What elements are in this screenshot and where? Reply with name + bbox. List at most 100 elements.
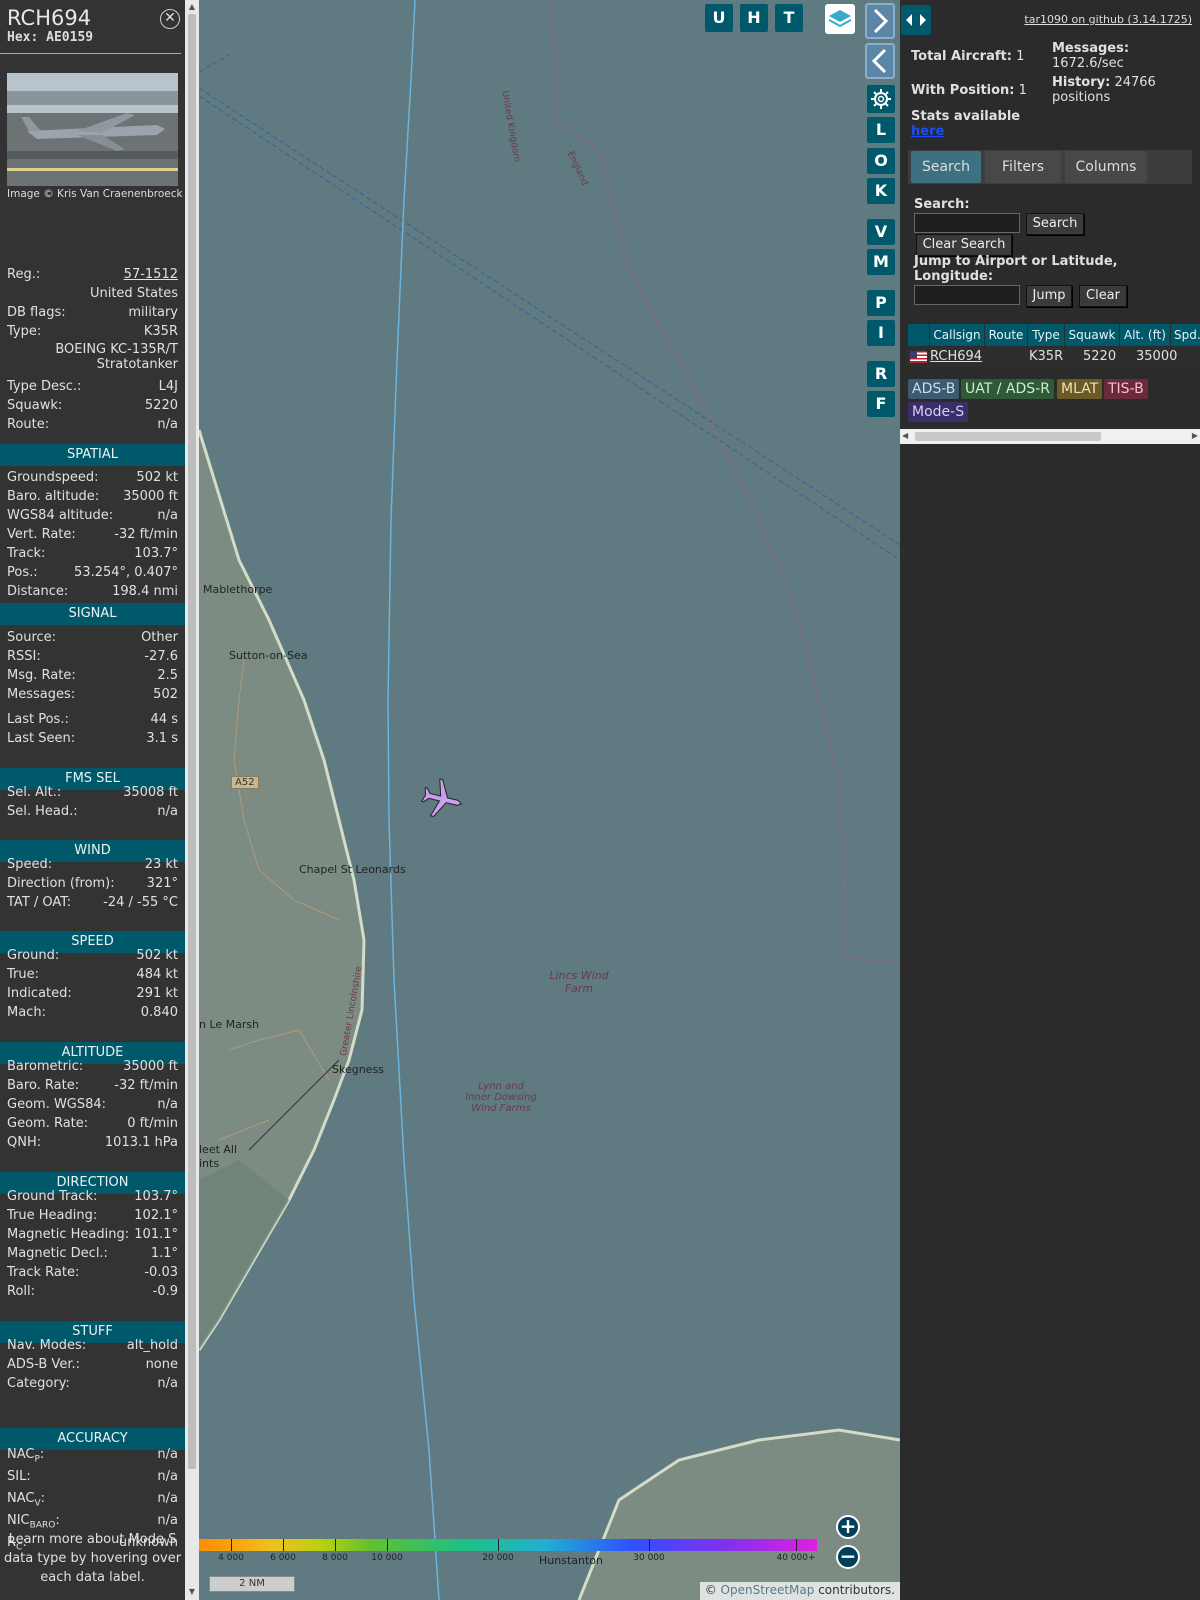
badge-adsb[interactable]: ADS-B bbox=[908, 379, 960, 399]
map-canvas[interactable] bbox=[199, 0, 900, 1600]
altitude-tick bbox=[498, 1539, 499, 1551]
detail-label: True Heading: bbox=[7, 1208, 98, 1223]
row-type: K35R bbox=[1029, 349, 1064, 364]
horizontal-scrollbar-thumb[interactable] bbox=[915, 432, 1101, 441]
map-button-l[interactable]: L bbox=[867, 117, 895, 143]
detail-label-text: NAC bbox=[7, 1491, 35, 1506]
detail-value: 35000 ft bbox=[123, 489, 178, 504]
wind-farm-line: Lincs Wind bbox=[549, 969, 609, 982]
github-link[interactable]: tar1090 on github (3.14.1725) bbox=[1024, 13, 1192, 26]
detail-value: Stratotanker bbox=[96, 357, 178, 372]
scroll-down-icon[interactable]: ▼ bbox=[187, 1587, 197, 1596]
map-button-f[interactable]: F bbox=[867, 391, 895, 417]
detail-value: n/a bbox=[157, 1491, 178, 1506]
detail-value: -0.03 bbox=[144, 1265, 178, 1280]
messages-stat: Messages: 1672.6/sec bbox=[1052, 41, 1129, 71]
detail-value: 2.5 bbox=[157, 668, 178, 683]
altitude-tick-label: 10 000 bbox=[371, 1553, 403, 1563]
detail-row: WGS84 altitude: n/a bbox=[0, 508, 185, 527]
map-button-k[interactable]: K bbox=[867, 178, 895, 204]
badge-tisb[interactable]: TIS-B bbox=[1104, 379, 1148, 399]
detail-row: Ground Track: 103.7° bbox=[0, 1189, 185, 1208]
detail-row: QNH: 1013.1 hPa bbox=[0, 1135, 185, 1154]
sidebar-scrollbar[interactable]: ▲ ▼ bbox=[185, 0, 199, 1600]
aircraft-photo[interactable] bbox=[7, 73, 178, 186]
column-header-flag[interactable] bbox=[908, 324, 929, 346]
history-label: History: bbox=[1052, 75, 1111, 90]
map-button-v[interactable]: V bbox=[867, 219, 895, 245]
zoom-out-icon[interactable]: − bbox=[836, 1545, 860, 1569]
row-callsign[interactable]: RCH694 bbox=[930, 349, 982, 364]
attribution-link[interactable]: OpenStreetMap bbox=[721, 1583, 815, 1597]
clear-search-button[interactable]: Clear Search bbox=[916, 234, 1012, 256]
map-button-p[interactable]: P bbox=[867, 290, 895, 316]
map-button-u[interactable]: U bbox=[705, 4, 733, 32]
collapse-left-icon[interactable] bbox=[865, 43, 895, 79]
search-button[interactable]: Search bbox=[1026, 213, 1084, 235]
altitude-tick-label: 6 000 bbox=[270, 1553, 296, 1563]
jump-button[interactable]: Jump bbox=[1026, 285, 1072, 307]
detail-row: Reg.: 57-1512 bbox=[0, 267, 185, 286]
column-header-type[interactable]: Type bbox=[1028, 324, 1064, 346]
jump-input[interactable] bbox=[914, 285, 1020, 305]
close-icon[interactable]: ✕ bbox=[160, 9, 180, 29]
badge-uat[interactable]: UAT / ADS-R bbox=[961, 379, 1054, 399]
detail-row: Baro. altitude: 35000 ft bbox=[0, 489, 185, 508]
tab-search[interactable]: Search bbox=[911, 151, 981, 183]
detail-row: Messages: 502 bbox=[0, 687, 185, 706]
aircraft-icon[interactable] bbox=[420, 777, 464, 821]
column-header-callsign[interactable]: Callsign bbox=[930, 324, 984, 346]
place-label-ints: ints bbox=[199, 1157, 220, 1170]
detail-label: Category: bbox=[7, 1376, 70, 1391]
detail-value: -32 ft/min bbox=[114, 527, 178, 542]
table-horizontal-scrollbar[interactable]: ◀ ▶ bbox=[900, 429, 1200, 444]
scale-bar-label: 2 NM bbox=[239, 1578, 265, 1589]
map-button-o[interactable]: O bbox=[867, 148, 895, 174]
detail-value: 35000 ft bbox=[123, 1059, 178, 1074]
scroll-up-icon[interactable]: ▲ bbox=[187, 2, 197, 11]
detail-label: Last Pos.: bbox=[7, 712, 69, 727]
table-row[interactable]: RCH694 K35R 5220 35000 bbox=[908, 347, 1200, 367]
search-input[interactable] bbox=[914, 213, 1020, 233]
attribution-suffix: contributors. bbox=[814, 1583, 895, 1597]
detail-label: Track Rate: bbox=[7, 1265, 80, 1280]
scroll-left-icon[interactable]: ◀ bbox=[902, 431, 908, 440]
detail-value: 502 bbox=[153, 687, 178, 702]
detail-value: 484 kt bbox=[136, 967, 178, 982]
map-button-h[interactable]: H bbox=[740, 4, 768, 32]
clear-button[interactable]: Clear bbox=[1079, 285, 1127, 307]
stats-link[interactable]: here bbox=[911, 124, 944, 139]
map-button-r[interactable]: R bbox=[867, 361, 895, 387]
zoom-in-icon[interactable]: + bbox=[836, 1515, 860, 1539]
scrollbar-thumb[interactable] bbox=[188, 14, 196, 1469]
column-header-squawk[interactable]: Squawk bbox=[1065, 324, 1119, 346]
tab-columns[interactable]: Columns bbox=[1065, 151, 1147, 183]
detail-value: -24 / -55 °C bbox=[103, 895, 178, 910]
stats-available: Stats available here bbox=[911, 109, 1020, 139]
detail-label: Indicated: bbox=[7, 986, 72, 1001]
column-header-speed[interactable]: Spd. bbox=[1171, 324, 1200, 346]
detail-row: Stratotanker bbox=[0, 357, 185, 376]
detail-value: 103.7° bbox=[134, 1189, 178, 1204]
toggle-panel-icon[interactable] bbox=[901, 5, 931, 35]
settings-gear-icon[interactable] bbox=[867, 85, 895, 113]
map-button-m[interactable]: M bbox=[867, 249, 895, 275]
detail-label-text: NIC bbox=[7, 1513, 30, 1528]
detail-value: 1013.1 hPa bbox=[104, 1135, 178, 1150]
tab-filters[interactable]: Filters bbox=[985, 151, 1061, 183]
registration-link[interactable]: 57-1512 bbox=[124, 267, 178, 282]
map-view[interactable]: Mablethorpe Sutton-on-Sea Chapel St Leon… bbox=[199, 0, 900, 1600]
badge-mlat[interactable]: MLAT bbox=[1057, 379, 1103, 399]
detail-label: Squawk: bbox=[7, 398, 63, 413]
layers-icon[interactable] bbox=[825, 4, 855, 34]
column-header-route[interactable]: Route bbox=[985, 324, 1027, 346]
badge-modes[interactable]: Mode-S bbox=[908, 402, 969, 422]
scroll-right-icon[interactable]: ▶ bbox=[1192, 431, 1198, 440]
map-button-i[interactable]: I bbox=[867, 320, 895, 346]
detail-label: Baro. altitude: bbox=[7, 489, 100, 504]
expand-right-icon[interactable] bbox=[865, 3, 895, 39]
map-button-t[interactable]: T bbox=[775, 4, 803, 32]
detail-row: True Heading: 102.1° bbox=[0, 1208, 185, 1227]
detail-value: United States bbox=[89, 286, 178, 301]
column-header-altitude[interactable]: Alt. (ft) bbox=[1120, 324, 1170, 346]
